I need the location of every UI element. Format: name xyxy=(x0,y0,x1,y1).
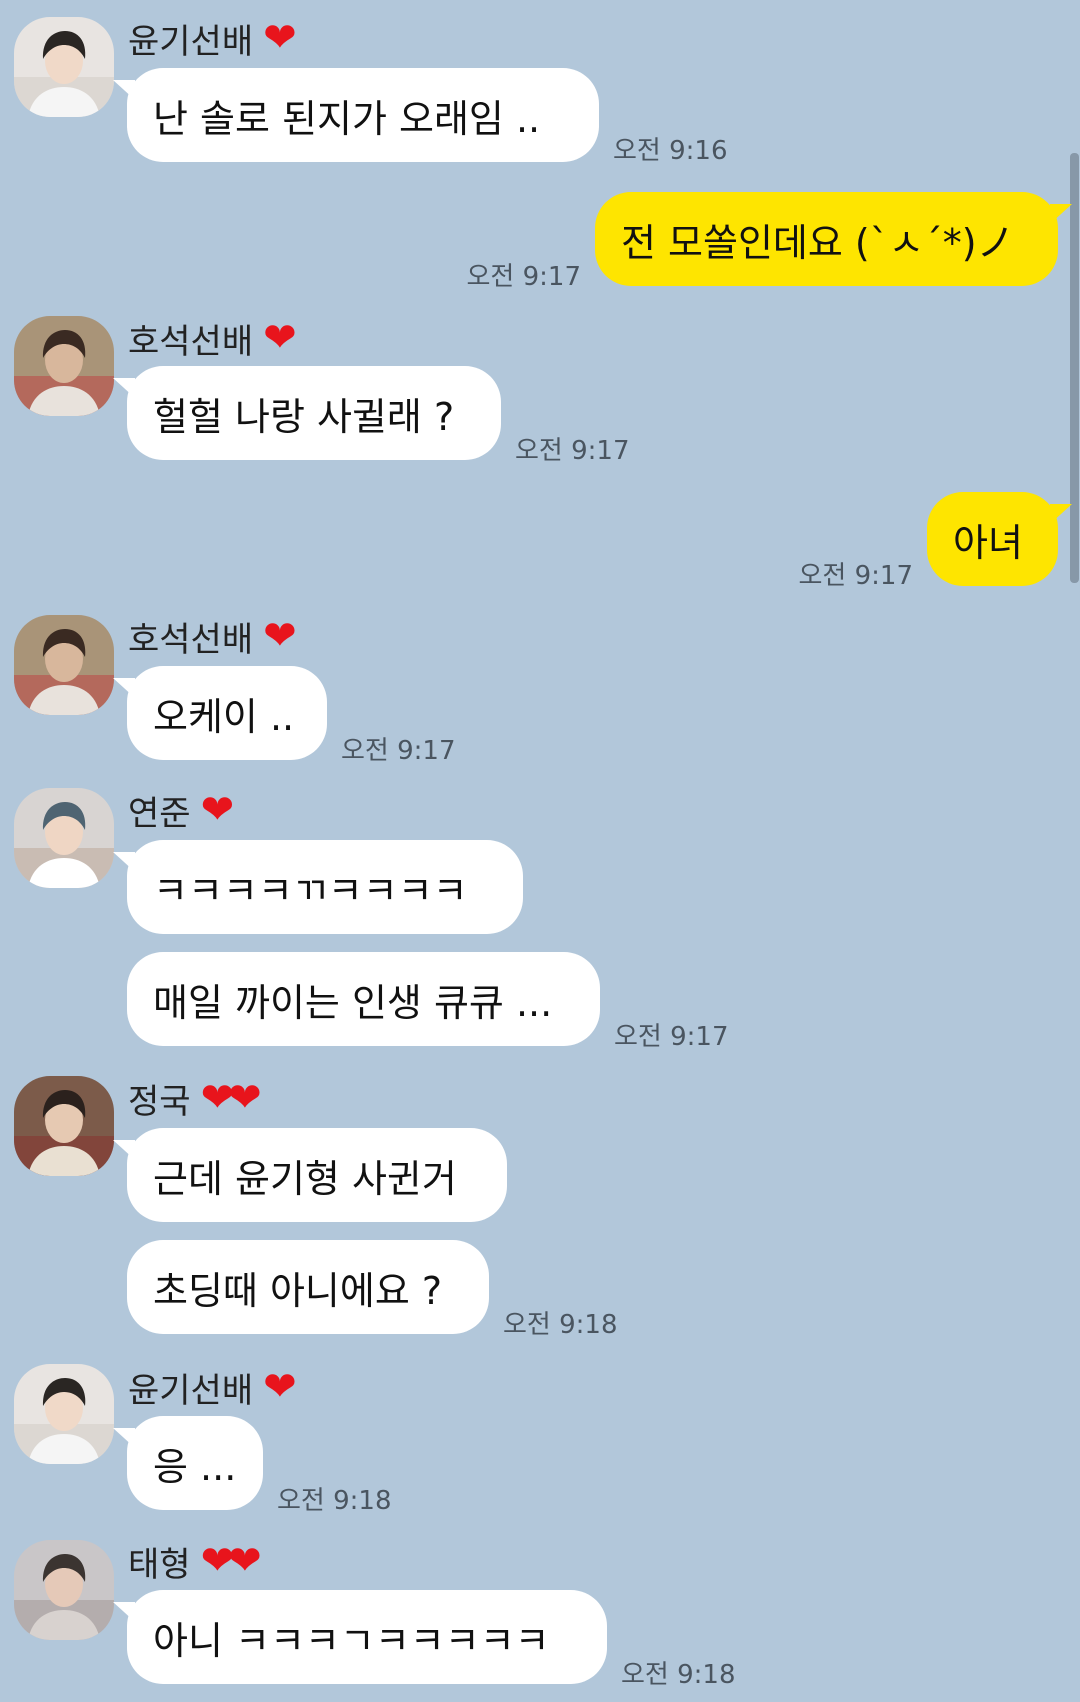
timestamp: 오전 9:17 xyxy=(515,436,630,466)
message-bubble[interactable]: 매일 까이는 인생 큐큐 ... xyxy=(127,952,600,1046)
heart-emoji: ❤❤ xyxy=(200,1538,262,1584)
bubble-tail xyxy=(113,678,135,698)
avatar[interactable] xyxy=(14,316,114,416)
heart-emoji: ❤❤ xyxy=(200,1075,262,1121)
message-bubble[interactable]: 초딩때 아니에요 ? xyxy=(127,1240,489,1334)
sender-name-text: 연준 xyxy=(128,793,191,834)
bubble-tail xyxy=(113,852,135,872)
avatar[interactable] xyxy=(14,615,114,715)
chat-room[interactable]: 윤기선배 ❤ 난 솔로 된지가 오래임 .. 오전 9:16 전 모쏠인데요 (`ㅅ´*… xyxy=(0,0,1080,1702)
sender-name-text: 윤기선배 xyxy=(128,1370,254,1411)
profile-photo xyxy=(14,1076,114,1176)
bubble-tail xyxy=(1050,204,1072,224)
profile-photo xyxy=(14,615,114,715)
sender-name: 호석선배 ❤ xyxy=(128,613,297,660)
sender-name: 호석선배 ❤ xyxy=(128,315,297,362)
message-bubble[interactable]: 아녀 xyxy=(927,492,1058,586)
profile-photo xyxy=(14,316,114,416)
timestamp: 오전 9:18 xyxy=(503,1310,618,1340)
sender-name: 태형 ❤❤ xyxy=(128,1538,262,1585)
profile-photo xyxy=(14,788,114,888)
heart-emoji: ❤ xyxy=(263,1364,296,1410)
bubble-tail xyxy=(113,1602,135,1622)
message-bubble[interactable]: 헐헐 나랑 사귈래 ? xyxy=(127,366,501,460)
sender-name: 정국 ❤❤ xyxy=(128,1075,262,1122)
avatar[interactable] xyxy=(14,788,114,888)
sender-name-text: 호석선배 xyxy=(128,321,254,362)
sender-name-text: 태형 xyxy=(128,1544,191,1585)
message-bubble[interactable]: 아니 ㅋㅋㅋㄱㅋㅋㅋㅋㅋ xyxy=(127,1590,607,1684)
profile-photo xyxy=(14,17,114,117)
bubble-tail xyxy=(113,1140,135,1160)
timestamp: 오전 9:18 xyxy=(277,1486,392,1516)
profile-photo xyxy=(14,1364,114,1464)
bubble-tail xyxy=(113,80,135,100)
sender-name: 윤기선배 ❤ xyxy=(128,15,297,62)
timestamp: 오전 9:16 xyxy=(613,136,728,166)
message-bubble[interactable]: 오케이 .. xyxy=(127,666,327,760)
message-bubble[interactable]: 난 솔로 된지가 오래임 .. xyxy=(127,68,599,162)
heart-emoji: ❤ xyxy=(263,15,296,61)
sender-name-text: 호석선배 xyxy=(128,619,254,660)
heart-emoji: ❤ xyxy=(263,315,296,361)
timestamp: 오전 9:17 xyxy=(466,262,582,292)
timestamp: 오전 9:18 xyxy=(621,1660,736,1690)
sender-name: 연준 ❤ xyxy=(128,787,234,834)
avatar[interactable] xyxy=(14,1076,114,1176)
sender-name: 윤기선배 ❤ xyxy=(128,1364,297,1411)
avatar[interactable] xyxy=(14,17,114,117)
bubble-tail xyxy=(113,1428,135,1448)
avatar[interactable] xyxy=(14,1364,114,1464)
bubble-tail xyxy=(113,378,135,398)
sender-name-text: 정국 xyxy=(128,1081,191,1122)
heart-emoji: ❤ xyxy=(263,613,296,659)
message-bubble[interactable]: 응 ... xyxy=(127,1416,263,1510)
avatar[interactable] xyxy=(14,1540,114,1640)
profile-photo xyxy=(14,1540,114,1640)
sender-name-text: 윤기선배 xyxy=(128,21,254,62)
message-bubble[interactable]: 전 모쏠인데요 (`ㅅ´*)ノ xyxy=(595,192,1058,286)
timestamp: 오전 9:17 xyxy=(614,1022,729,1052)
timestamp: 오전 9:17 xyxy=(798,561,914,591)
message-bubble[interactable]: ㅋㅋㅋㅋㄲㅋㅋㅋㅋ xyxy=(127,840,523,934)
bubble-tail xyxy=(1050,504,1072,524)
message-bubble[interactable]: 근데 윤기형 사귄거 xyxy=(127,1128,507,1222)
heart-emoji: ❤ xyxy=(200,787,234,833)
timestamp: 오전 9:17 xyxy=(341,736,456,766)
